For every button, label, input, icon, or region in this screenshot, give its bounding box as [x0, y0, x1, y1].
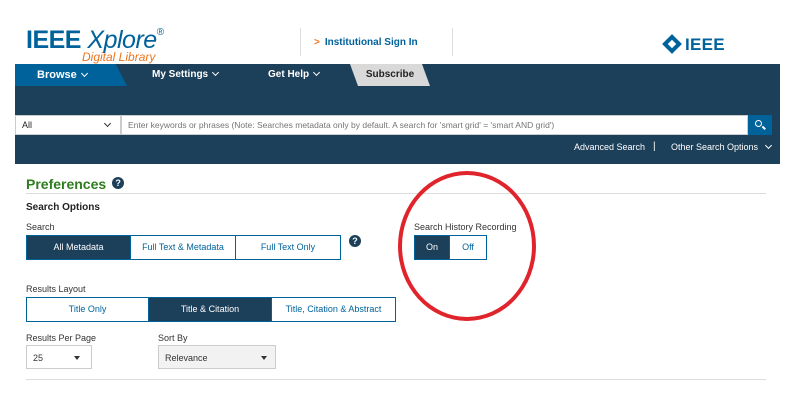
results-per-page-value: 25	[33, 353, 44, 363]
sort-by-dropdown[interactable]: Relevance	[158, 345, 276, 369]
divider	[26, 379, 766, 380]
history-off-button[interactable]: Off	[450, 236, 486, 259]
logo-subtitle: Digital Library	[82, 50, 156, 64]
help-icon[interactable]: ?	[112, 177, 125, 190]
get-help-menu[interactable]: Get Help	[268, 68, 321, 80]
institutional-sign-in-label: Institutional Sign In	[324, 37, 418, 48]
title-citation-abstract-button[interactable]: Title, Citation & Abstract	[272, 298, 395, 321]
my-settings-menu[interactable]: My Settings	[152, 68, 220, 80]
divider	[26, 193, 766, 194]
search-button[interactable]	[748, 115, 772, 135]
page-title: Preferences?	[26, 176, 125, 192]
preferences-title: Preferences	[26, 176, 107, 192]
subscribe-tab[interactable]: Subscribe	[350, 64, 430, 86]
title-only-button[interactable]: Title Only	[27, 298, 149, 321]
all-metadata-button[interactable]: All Metadata	[27, 236, 131, 259]
get-help-label: Get Help	[268, 69, 310, 80]
search-label: Search	[26, 222, 55, 232]
search-history-label: Search History Recording	[414, 222, 517, 232]
results-layout-label: Results Layout	[26, 284, 86, 294]
results-per-page-label: Results Per Page	[26, 333, 97, 343]
section-title: Search Options	[26, 202, 100, 213]
browse-label: Browse	[37, 69, 77, 81]
full-text-metadata-button[interactable]: Full Text & Metadata	[131, 236, 236, 259]
chevron-down-icon	[765, 141, 773, 150]
title-citation-button[interactable]: Title & Citation	[149, 298, 272, 321]
search-scope-value: All	[22, 120, 33, 130]
search-type-toggle: All Metadata Full Text & Metadata Full T…	[26, 235, 341, 260]
chevron-down-icon	[212, 68, 220, 77]
institutional-sign-in-link[interactable]: > Institutional Sign In	[314, 37, 418, 48]
full-text-only-button[interactable]: Full Text Only	[236, 236, 340, 259]
dropdown-arrow-icon	[74, 356, 80, 360]
ieee-logo[interactable]: IEEE	[662, 34, 725, 55]
my-settings-label: My Settings	[152, 69, 209, 80]
header-divider	[452, 28, 453, 56]
other-search-options-menu[interactable]: Other Search Options	[671, 141, 773, 152]
search-help-icon[interactable]: ?	[349, 235, 361, 247]
chevron-down-icon	[313, 68, 321, 77]
browse-menu[interactable]: Browse	[15, 64, 127, 86]
search-history-toggle: On Off	[414, 235, 487, 260]
other-search-options-label: Other Search Options	[671, 142, 759, 152]
ieee-diamond-icon	[662, 34, 682, 54]
results-layout-toggle: Title Only Title & Citation Title, Citat…	[26, 297, 396, 322]
logo-registered-mark: ®	[156, 26, 164, 38]
link-separator: |	[653, 141, 656, 152]
dropdown-arrow-icon	[261, 356, 267, 360]
results-per-page-dropdown[interactable]: 25	[26, 345, 92, 369]
search-input[interactable]	[121, 115, 748, 135]
main-nav: Browse My Settings Get Help Subscribe	[0, 64, 800, 86]
logo-text-ieee: IEEE	[26, 26, 88, 54]
ieee-logo-text: IEEE	[685, 35, 725, 54]
history-on-button[interactable]: On	[415, 236, 450, 259]
sort-by-value: Relevance	[165, 353, 208, 363]
header-divider	[300, 28, 301, 56]
search-icon	[755, 120, 762, 127]
site-header: IEEE Xplore® Digital Library > Institutio…	[0, 0, 800, 64]
chevron-down-icon	[103, 119, 112, 128]
advanced-search-link[interactable]: Advanced Search	[574, 142, 645, 152]
chevron-right-icon: >	[314, 37, 320, 48]
sort-by-label: Sort By	[158, 333, 188, 343]
chevron-down-icon	[80, 69, 88, 78]
search-scope-dropdown[interactable]: All	[15, 115, 121, 135]
